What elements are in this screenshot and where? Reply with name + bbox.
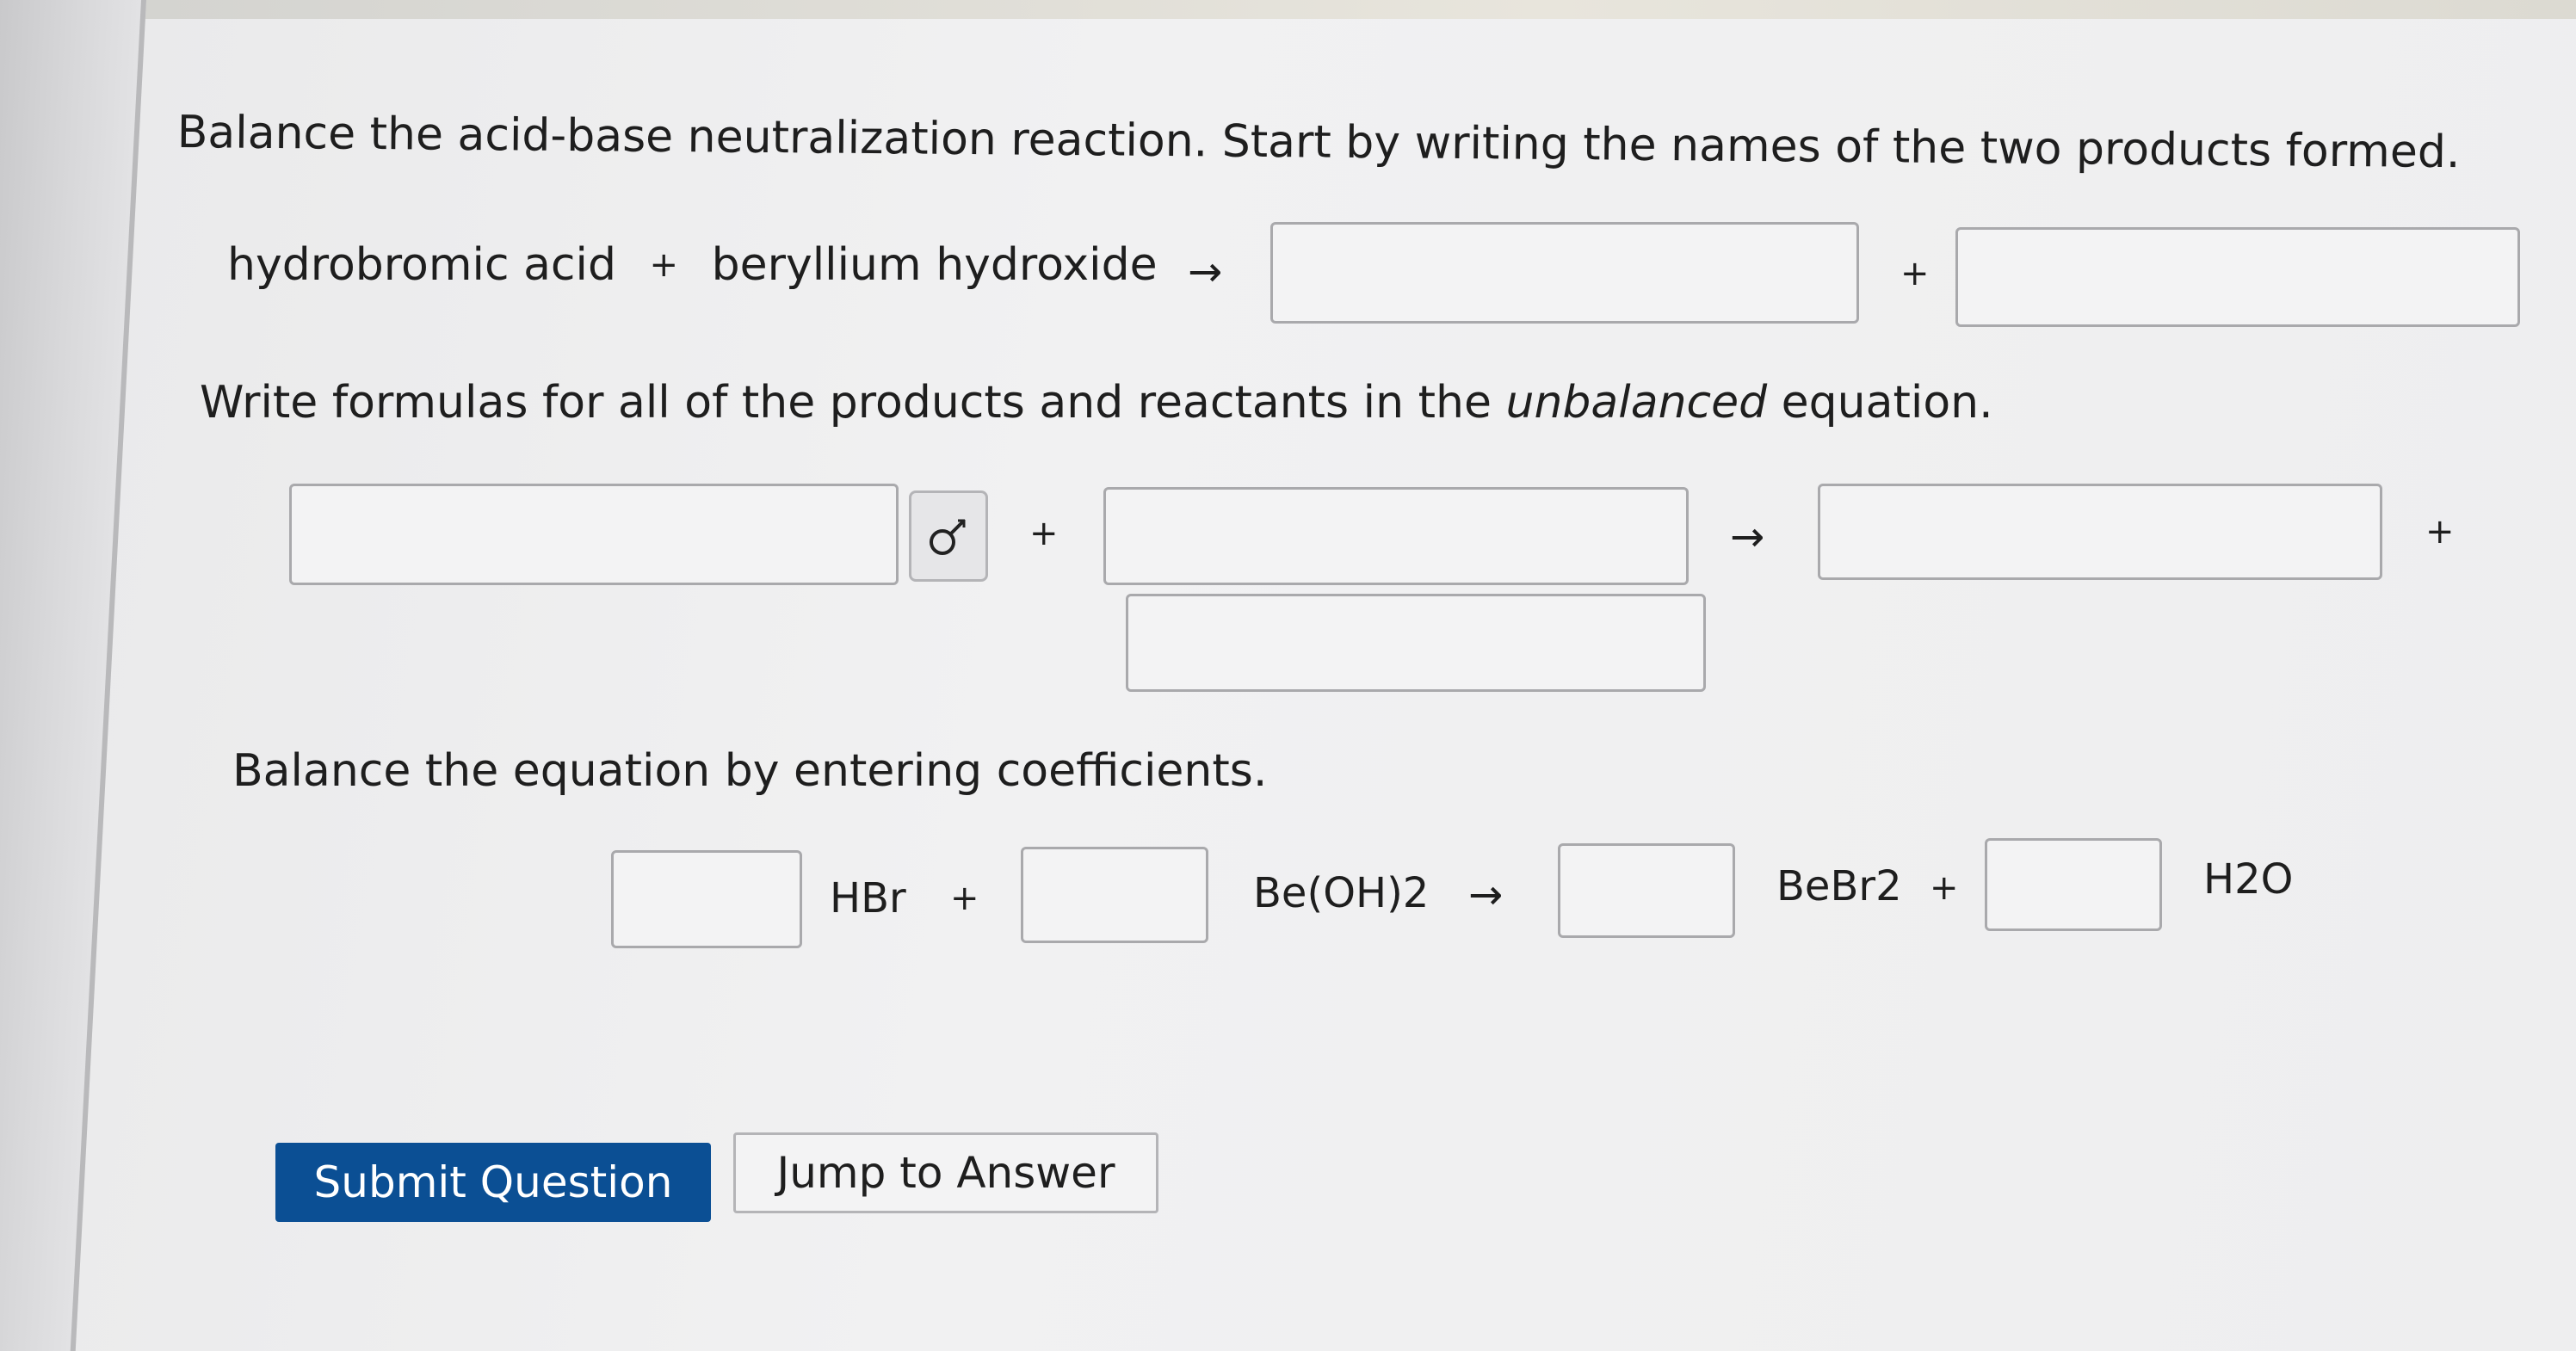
submit-question-button[interactable]: Submit Question bbox=[275, 1143, 711, 1222]
coefficient-input-beoh2[interactable] bbox=[1021, 847, 1208, 943]
reactant-2-formula-input[interactable] bbox=[1103, 487, 1689, 585]
plus-sign: + bbox=[1900, 254, 1930, 293]
product-1-formula-input[interactable] bbox=[1818, 484, 2382, 580]
subscript-superscript-icon bbox=[930, 519, 966, 555]
plus-sign: + bbox=[950, 879, 979, 918]
species-hbr: HBr bbox=[830, 874, 906, 922]
question-panel: Balance the acid-base neutralization rea… bbox=[0, 0, 2576, 1351]
formula-prompt-emphasis: unbalanced bbox=[1505, 377, 1768, 429]
reactant-1-formula-input[interactable] bbox=[289, 484, 899, 585]
formula-prompt-end: equation. bbox=[1767, 377, 1993, 429]
reaction-arrow: → bbox=[1730, 513, 1765, 561]
product-2-name-input[interactable] bbox=[1955, 227, 2520, 327]
reactant-2-name: beryllium hydroxide bbox=[711, 239, 1158, 291]
reaction-arrow: → bbox=[1468, 871, 1504, 919]
formula-prompt: Write formulas for all of the products a… bbox=[200, 380, 1993, 425]
symbol-button[interactable] bbox=[909, 490, 988, 582]
reactant-1-name: hydrobromic acid bbox=[227, 239, 616, 291]
plus-sign: + bbox=[649, 245, 679, 285]
names-prompt: Balance the acid-base neutralization rea… bbox=[176, 107, 2461, 179]
coefficient-input-h2o[interactable] bbox=[1985, 838, 2162, 931]
plus-sign: + bbox=[2425, 512, 2455, 552]
species-beoh2: Be(OH)2 bbox=[1253, 869, 1430, 917]
jump-to-answer-button[interactable]: Jump to Answer bbox=[733, 1132, 1158, 1213]
plus-sign: + bbox=[1930, 868, 1959, 908]
species-h2o: H2O bbox=[2203, 855, 2294, 904]
coefficient-input-bebr2[interactable] bbox=[1558, 843, 1735, 938]
formula-prompt-text: Write formulas for all of the products a… bbox=[200, 377, 1506, 429]
plus-sign: + bbox=[1029, 514, 1059, 553]
product-2-formula-input[interactable] bbox=[1126, 594, 1706, 692]
coefficient-input-hbr[interactable] bbox=[611, 850, 802, 948]
product-1-name-input[interactable] bbox=[1270, 222, 1859, 324]
species-bebr2: BeBr2 bbox=[1776, 862, 1902, 910]
reaction-arrow: → bbox=[1188, 248, 1223, 296]
coefficient-prompt: Balance the equation by entering coeffic… bbox=[232, 745, 1268, 797]
reactant-names: hydrobromic acid + beryllium hydroxide bbox=[227, 243, 1158, 287]
